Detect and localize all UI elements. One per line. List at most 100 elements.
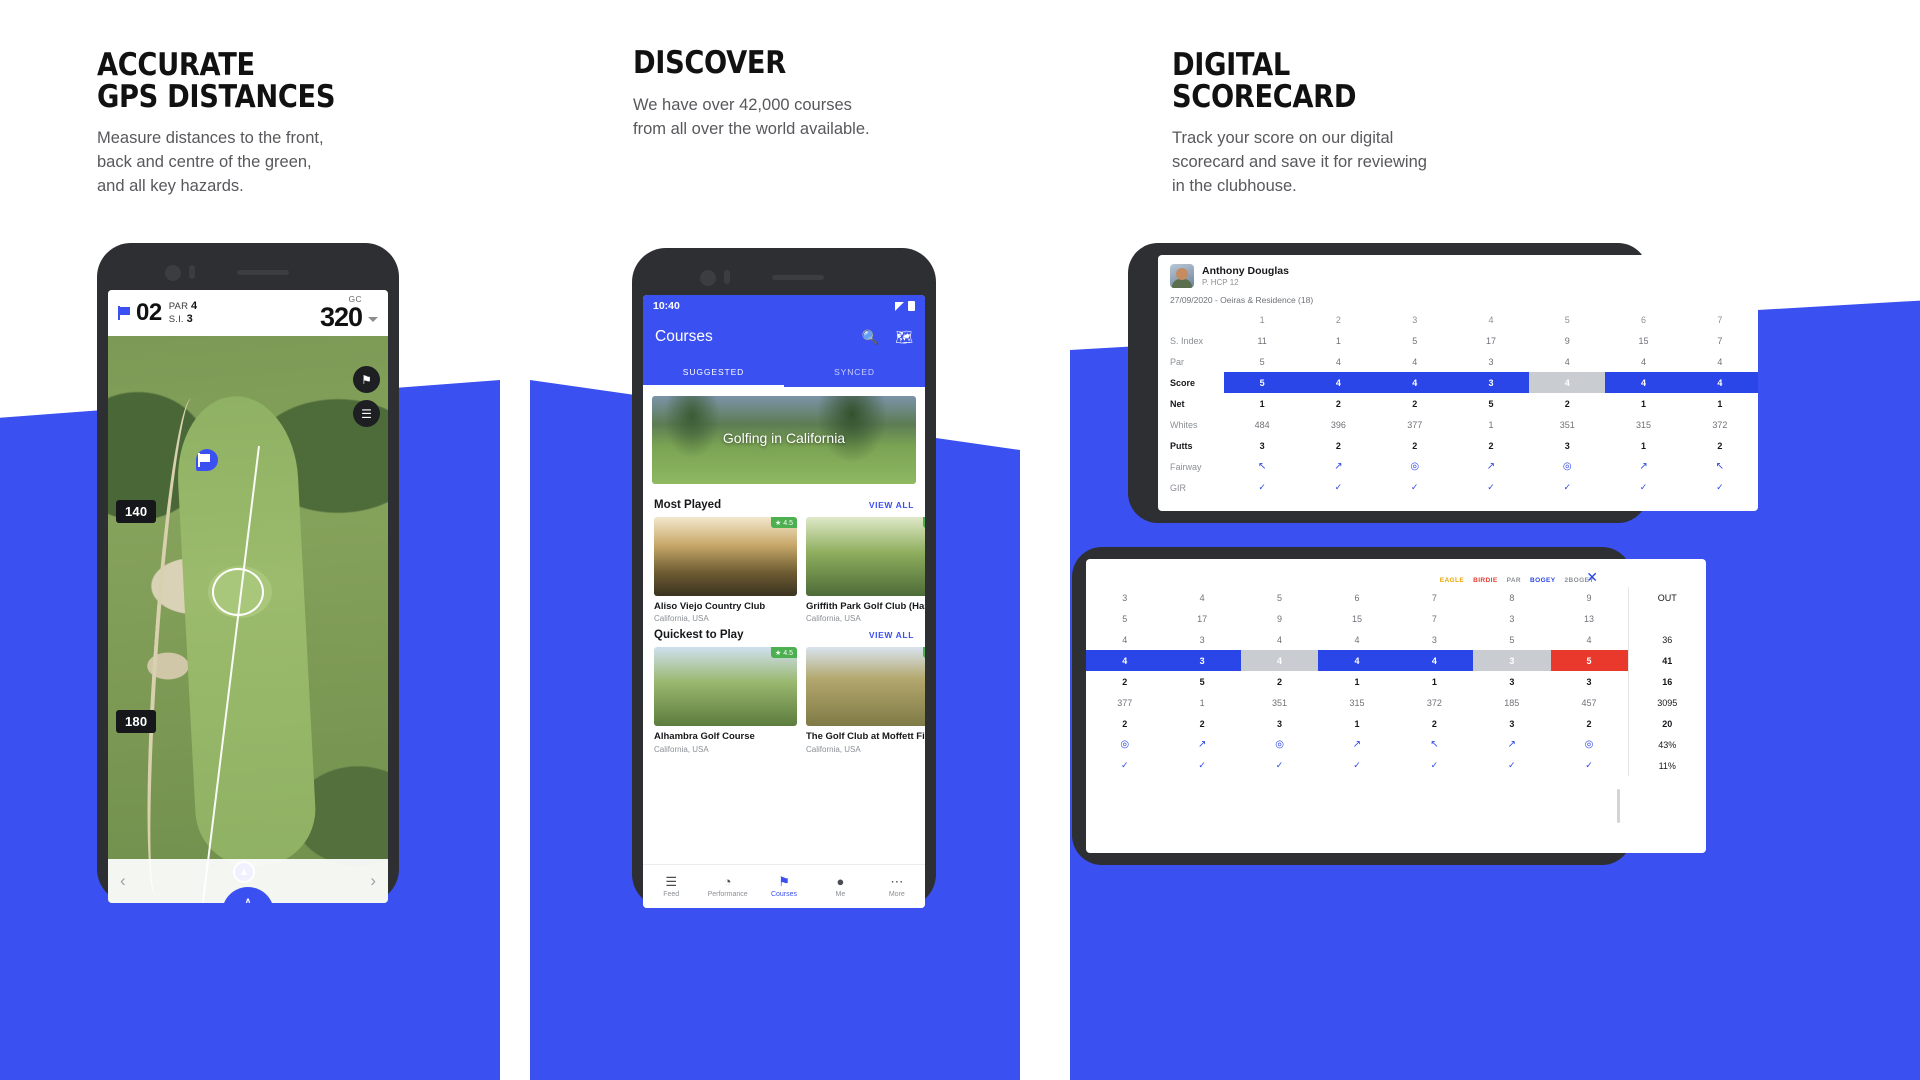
table-cell: ✓ (1639, 482, 1648, 492)
table-cell: 315 (1349, 697, 1365, 708)
table-cell: 3 (1509, 613, 1515, 624)
nav-item-more[interactable]: ⋯ More (869, 865, 925, 908)
feature-heading-gps: ACCURATE GPS DISTANCES (97, 47, 336, 115)
table-cell: ◎ (1275, 739, 1284, 750)
featured-collection-card[interactable]: Golfing in California (652, 396, 916, 484)
si-value: 3 (186, 313, 193, 325)
course-name: Griffith Park Golf Club (Hardi (806, 601, 925, 612)
table-cell: 5 (1509, 634, 1515, 645)
table-cell: ↗ (1486, 461, 1496, 472)
feature-body-gps: Measure distances to the front, back and… (97, 129, 324, 196)
view-all-link[interactable]: VIEW ALL (869, 500, 914, 510)
total-cell (1627, 608, 1706, 629)
table-cell: ◎ (1584, 739, 1594, 750)
scrollbar[interactable] (1617, 789, 1620, 823)
scorecard-header: Anthony Douglas P. HCP 12 27/09/2020 - O… (1158, 255, 1758, 309)
row-label: S. Index (1170, 335, 1204, 346)
total-cell: 41 (1627, 650, 1706, 671)
table-cell: 372 (1712, 419, 1728, 430)
target-distance: 320 (319, 301, 363, 332)
table-cell: ✓ (1258, 482, 1266, 492)
table-cell: 11 (1257, 335, 1267, 346)
table-cell: ↗ (1639, 461, 1648, 472)
performance-icon: ◔ (723, 874, 732, 889)
row-label: Par (1170, 356, 1185, 367)
table-cell: 1 (1354, 676, 1360, 687)
tab-suggested[interactable]: SUGGESTED (643, 357, 784, 387)
table-row: Net 1 2 2 5 2 1 1 (1158, 393, 1758, 414)
total-cell: 36 (1627, 629, 1706, 650)
table-cell: 7 (1431, 613, 1437, 624)
next-hole-button[interactable]: › (370, 871, 376, 891)
section-header-quickest-to-play: Quickest to Play VIEW ALL (643, 623, 925, 647)
hole-number-cell: 6 (1641, 314, 1647, 325)
course-map[interactable]: ▲ ⚑ ☰ 140 180 ‹ › ∧ (108, 336, 388, 903)
table-cell: 351 (1559, 419, 1575, 430)
table-cell: 9 (1277, 613, 1283, 624)
table-cell: 2 (1717, 440, 1723, 451)
nav-item-courses[interactable]: ⚑ Courses (756, 865, 812, 908)
nav-label: Courses (770, 891, 798, 898)
sensor-icon (724, 270, 730, 284)
profile-icon: ● (836, 874, 845, 889)
out-label: OUT (1627, 587, 1706, 608)
table-row: 5 17 9 15 7 3 13 (1086, 608, 1706, 629)
map-icon[interactable]: 🗺 (895, 330, 913, 344)
close-icon[interactable]: ✕ (1586, 569, 1598, 586)
table-cell: 4 (1376, 372, 1453, 393)
rating-badge: ★ 4.5 (923, 517, 925, 528)
page-root: ACCURATE GPS DISTANCES Measure distances… (0, 0, 1920, 1080)
course-location: California, USA (654, 614, 709, 624)
distance-readout[interactable]: GC 320 (320, 295, 378, 331)
table-cell: 3 (1509, 718, 1515, 729)
previous-hole-button[interactable]: ‹ (120, 871, 126, 891)
table-cell: 2 (1122, 718, 1128, 729)
table-cell: ↗ (1334, 461, 1343, 472)
course-card[interactable]: ★ 4.5 Alhambra Golf Course California, U… (654, 647, 797, 754)
pin-marker[interactable] (196, 449, 218, 471)
nav-item-me[interactable]: ● Me (812, 865, 868, 908)
section-title: Quickest to Play (654, 629, 744, 642)
course-card[interactable]: ★ 4.5 Griffith Park Golf Club (Hardi Cal… (806, 517, 925, 623)
pin-toggle-button[interactable]: ⚑ (353, 366, 380, 393)
total-cell: 16 (1627, 671, 1706, 692)
table-cell: ✓ (1716, 482, 1724, 492)
course-name: Alhambra Golf Course (654, 731, 755, 743)
status-indicators (895, 301, 915, 311)
table-cell: ✓ (1198, 760, 1206, 770)
table-cell: 3 (1473, 650, 1551, 671)
table-cell: 7 (1717, 335, 1723, 346)
table-row: Fairway ↖ ↗ ◎ ↗ ◎ ↗ ↖ (1158, 456, 1758, 477)
phone-mockup-scorecard-top: Anthony Douglas P. HCP 12 27/09/2020 - O… (1128, 243, 1758, 523)
scorecard-button[interactable]: ☰ (353, 400, 380, 427)
course-thumbnail: ★ 4.5 (654, 517, 797, 596)
app-bar: Courses 🔍 🗺 (643, 317, 925, 357)
nav-item-feed[interactable]: ☰ Feed (643, 865, 699, 908)
hole-number-cell: 5 (1277, 592, 1283, 603)
table-cell: 4 (1412, 356, 1418, 367)
table-cell: ↗ (1197, 739, 1207, 750)
table-cell: 3 (1452, 372, 1530, 393)
row-label: Fairway (1170, 461, 1202, 472)
course-card[interactable]: ★ 4.5 Aliso Viejo Country Club Californi… (654, 517, 797, 623)
table-row: ◎ ↗ ◎ ↗ ↖ ↗ ◎ 43% (1086, 734, 1706, 755)
hole-number-cell: 7 (1717, 314, 1723, 325)
table-cell: 3 (1199, 634, 1205, 645)
section-title: Most Played (654, 499, 722, 511)
table-cell: 372 (1426, 697, 1442, 708)
table-cell: 1 (1354, 718, 1360, 729)
view-all-link[interactable]: VIEW ALL (869, 630, 914, 640)
chevron-down-icon[interactable] (368, 316, 378, 322)
nav-item-performance[interactable]: ◔ Performance (699, 865, 755, 908)
table-cell: 5 (1412, 335, 1418, 346)
row-label: GIR (1170, 482, 1187, 493)
legend-item: BOGEY (1530, 577, 1556, 584)
rating-badge: ★ 4.5 (771, 647, 797, 659)
tab-synced[interactable]: SYNCED (784, 357, 925, 387)
table-cell: 1 (1641, 398, 1647, 409)
course-card[interactable]: ★ 4.5 The Golf Club at Moffett Field Cal… (806, 647, 925, 754)
total-cell: 43% (1627, 734, 1706, 755)
table-cell: ✓ (1487, 482, 1495, 492)
search-icon[interactable]: 🔍 (862, 330, 879, 344)
feature-copy-scorecard: DIGITAL SCORECARD Track your score on ou… (1172, 49, 1427, 199)
